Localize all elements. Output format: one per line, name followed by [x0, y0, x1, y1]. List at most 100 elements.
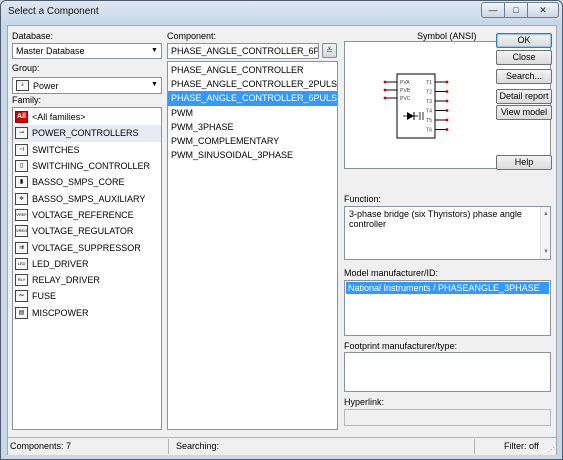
- component-item[interactable]: PWM_COMPLEMENTARY: [168, 134, 337, 148]
- family-item[interactable]: ▮ BASSO_SMPS_CORE: [13, 174, 161, 190]
- component-item[interactable]: PWM_SINUSOIDAL_3PHASE: [168, 148, 337, 162]
- scroll-down-icon[interactable]: ▼: [541, 247, 551, 257]
- function-description: 3-phase bridge (six Thyristors) phase an…: [349, 209, 522, 229]
- symbol-pin-label: T1: [426, 80, 432, 86]
- symbol-pin-dot: [445, 118, 449, 122]
- symbol-pin-dot: [383, 96, 387, 100]
- status-bar: Components: 7 Searching: Filter: off ⋰: [8, 437, 556, 455]
- switching-controller-icon: ▯: [15, 160, 28, 173]
- component-item[interactable]: PWM_3PHASE: [168, 120, 337, 134]
- family-item-label: SWITCHES: [32, 144, 80, 155]
- family-item[interactable]: ⊣ SWITCHES: [13, 142, 161, 158]
- family-item-label: VOLTAGE_REGULATOR: [32, 226, 134, 237]
- family-item[interactable]: ⇉ VOLTAGE_SUPPRESSOR: [13, 239, 161, 255]
- minimize-button[interactable]: —: [481, 2, 505, 18]
- symbol-pin-label: T5: [426, 118, 432, 124]
- group-select[interactable]: ⏚ Power ▼: [12, 77, 162, 94]
- footprint-list[interactable]: [344, 352, 551, 392]
- family-item[interactable]: VREG VOLTAGE_REGULATOR: [13, 223, 161, 239]
- basso-smps-core-icon: ▮: [15, 176, 28, 189]
- close-window-button[interactable]: ✕: [527, 2, 559, 18]
- database-label: Database:: [12, 31, 54, 41]
- close-button[interactable]: Close: [496, 50, 552, 65]
- family-label: Family:: [12, 95, 41, 105]
- symbol-pin-label: T4: [426, 109, 432, 115]
- window-title: Select a Component: [8, 6, 99, 17]
- component-label: Component:: [167, 31, 217, 41]
- dialog-body: Database: Master Database ▼ Group: ⏚ Pow…: [7, 25, 557, 455]
- family-item-label: SWITCHING_CONTROLLER: [32, 161, 151, 172]
- component-item[interactable]: PWM: [168, 106, 337, 120]
- scroll-up-icon[interactable]: ▲: [541, 209, 551, 219]
- family-list[interactable]: All <All families> ⊸ POWER_CONTROLLERS ⊣ SWIT…: [12, 107, 162, 430]
- voltage-reference-icon: VREF: [15, 208, 28, 221]
- voltage-suppressor-icon: ⇉: [15, 241, 28, 254]
- component-item[interactable]: PHASE_ANGLE_CONTROLLER_2PULSE: [168, 77, 337, 91]
- component-value: PHASE_ANGLE_CONTROLLER_6PULSE: [171, 46, 319, 56]
- components-count: Components: 7: [10, 441, 72, 451]
- family-item[interactable]: ≑ BASSO_SMPS_AUXILIARY: [13, 190, 161, 206]
- family-item-label: BASSO_SMPS_CORE: [32, 177, 125, 188]
- hyperlink-label: Hyperlink:: [344, 397, 385, 407]
- model-list[interactable]: National Instruments / PHASEANGLE_3PHASE: [344, 280, 551, 336]
- voltage-regulator-icon: VREG: [15, 225, 28, 238]
- function-scrollbar[interactable]: ▲ ▼: [540, 207, 550, 259]
- family-item[interactable]: ⊸ POWER_CONTROLLERS: [13, 125, 161, 142]
- title-bar[interactable]: Select a Component — □ ✕: [1, 1, 562, 23]
- family-item[interactable]: LED LED_DRIVER: [13, 256, 161, 272]
- list-item[interactable]: National Instruments / PHASEANGLE_3PHASE: [346, 282, 549, 294]
- symbol-pin-dot: [445, 90, 449, 93]
- symbol-pin-label: T6: [426, 128, 432, 134]
- database-select[interactable]: Master Database ▼: [12, 43, 162, 59]
- symbol-pin-dot: [445, 99, 449, 103]
- detail-report-button[interactable]: Detail report: [496, 89, 552, 104]
- resize-grip-icon[interactable]: ⋰: [548, 446, 555, 454]
- family-item[interactable]: ▤ MISCPOWER: [13, 305, 161, 321]
- status-divider: [474, 439, 475, 454]
- family-item[interactable]: ∾ FUSE: [13, 288, 161, 304]
- maximize-button[interactable]: □: [504, 2, 528, 18]
- miscpower-icon: ▤: [15, 306, 28, 319]
- all-families-icon: All: [15, 111, 28, 124]
- led-driver-icon: LED: [15, 257, 28, 270]
- symbol-pin-dot: [383, 88, 387, 92]
- family-item-label: <All families>: [32, 112, 86, 123]
- family-item-label: RELAY_DRIVER: [32, 275, 100, 286]
- maximize-icon: □: [513, 5, 519, 15]
- footprint-label: Footprint manufacturer/type:: [344, 341, 458, 351]
- symbol-pin-label: T2: [426, 90, 432, 96]
- group-label: Group:: [12, 63, 40, 73]
- hyperlink-field[interactable]: [344, 409, 551, 426]
- family-item-label: MISCPOWER: [32, 307, 89, 318]
- family-item[interactable]: VREF VOLTAGE_REFERENCE: [13, 207, 161, 223]
- component-list[interactable]: PHASE_ANGLE_CONTROLLER PHASE_ANGLE_CONTRO…: [167, 61, 338, 430]
- relay-driver-icon: RLY: [15, 274, 28, 287]
- status-divider: [168, 439, 169, 454]
- component-input[interactable]: PHASE_ANGLE_CONTROLLER_6PULSE: [167, 43, 319, 59]
- model-label: Model manufacturer/ID:: [344, 268, 439, 278]
- symbol-pin-label: T3: [426, 99, 432, 105]
- symbol-pin-dot: [445, 109, 449, 112]
- search-button[interactable]: Search...: [496, 69, 552, 84]
- chevron-down-icon: ▼: [151, 81, 158, 88]
- function-text[interactable]: 3-phase bridge (six Thyristors) phase an…: [344, 206, 551, 260]
- filter-icon[interactable]: ≚: [322, 43, 337, 58]
- help-button[interactable]: Help: [496, 155, 552, 170]
- power-group-icon: ⏚: [16, 80, 29, 91]
- component-item[interactable]: PHASE_ANGLE_CONTROLLER: [168, 63, 337, 77]
- symbol-label: Symbol (ANSI): [417, 31, 477, 41]
- close-icon: ✕: [539, 5, 547, 15]
- family-item-label: FUSE: [32, 291, 57, 302]
- symbol-pin-label: PVA: [400, 80, 410, 86]
- family-item[interactable]: RLY RELAY_DRIVER: [13, 272, 161, 288]
- chevron-down-icon: ▼: [151, 47, 158, 54]
- component-item[interactable]: PHASE_ANGLE_CONTROLLER_6PULSE: [168, 91, 337, 106]
- family-item[interactable]: ▯ SWITCHING_CONTROLLER: [13, 158, 161, 174]
- family-item-label: BASSO_SMPS_AUXILIARY: [32, 193, 146, 204]
- ok-button[interactable]: OK: [496, 33, 552, 48]
- family-item-label: VOLTAGE_REFERENCE: [32, 209, 134, 220]
- database-value: Master Database: [16, 46, 85, 56]
- power-controllers-icon: ⊸: [15, 127, 28, 140]
- view-model-button[interactable]: View model: [496, 105, 552, 120]
- family-item[interactable]: All <All families>: [13, 109, 161, 125]
